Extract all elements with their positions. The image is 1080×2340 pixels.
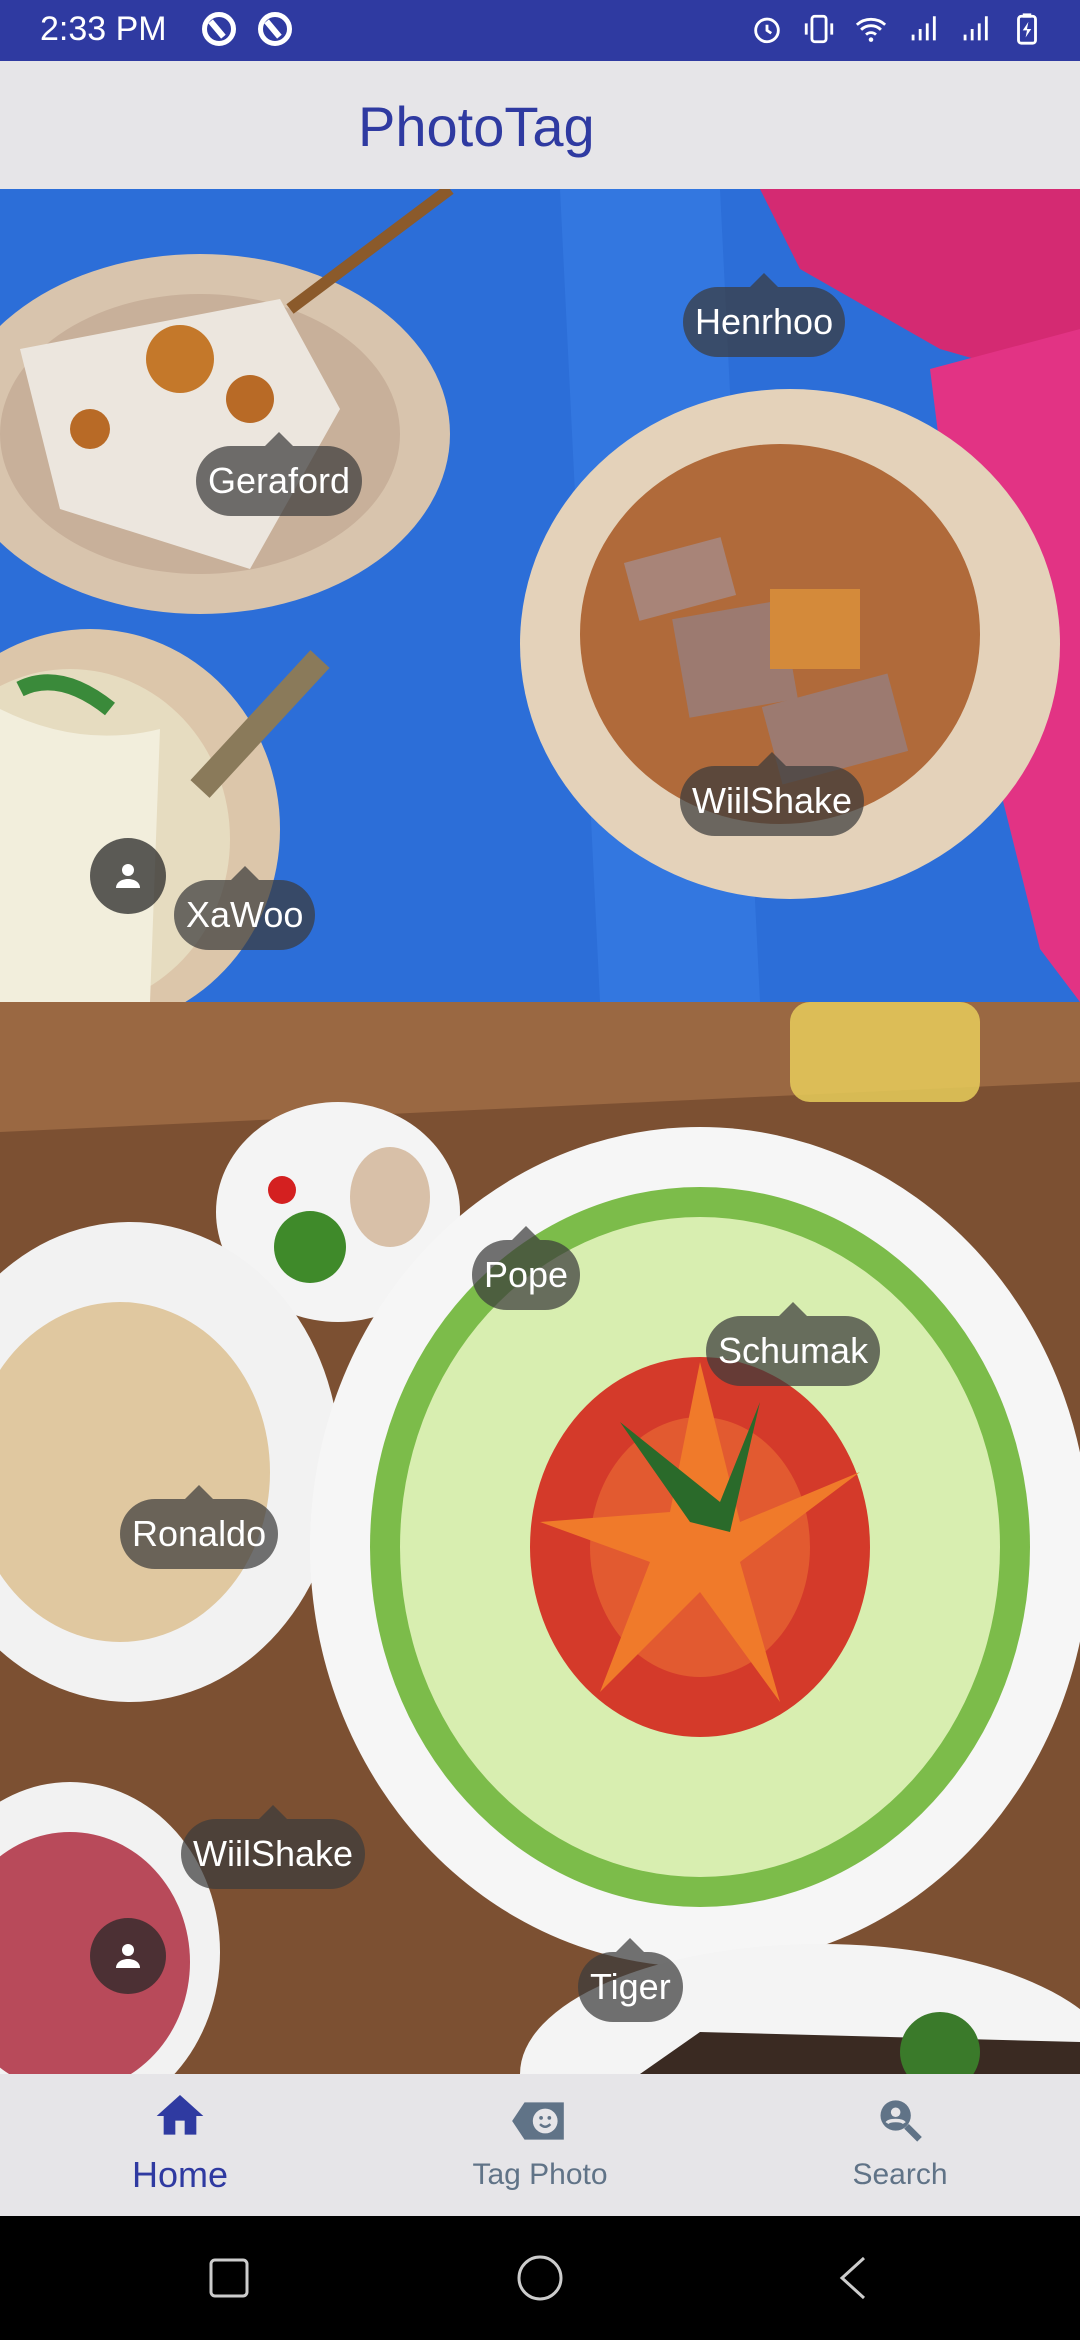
photo-tag[interactable]: Pope xyxy=(472,1226,581,1310)
status-bar: 2:33 PM xyxy=(0,0,1080,61)
alarm-icon xyxy=(754,17,780,44)
nav-label-search: Search xyxy=(852,2158,948,2191)
recents-button[interactable] xyxy=(209,2258,249,2298)
status-time: 2:33 PM xyxy=(40,10,167,48)
bottom-navigation: Home Tag Photo Search xyxy=(0,2074,1080,2216)
home-nav-button[interactable] xyxy=(516,2254,564,2302)
wifi-icon xyxy=(855,17,887,42)
nav-item-tag-photo[interactable]: Tag Photo xyxy=(360,2074,720,2216)
system-navigation-bar xyxy=(0,2216,1080,2340)
do-not-disturb-icon xyxy=(258,12,292,46)
person-icon xyxy=(116,1944,140,1968)
tagged-people-button[interactable] xyxy=(90,838,166,914)
photo-tag[interactable]: Geraford xyxy=(196,432,363,516)
photo-tag[interactable]: WiilShake xyxy=(680,752,865,836)
home-icon xyxy=(156,2095,204,2135)
photo-tag[interactable]: Tiger xyxy=(578,1938,683,2022)
vibrate-icon xyxy=(804,14,834,44)
person-icon xyxy=(116,864,140,888)
nav-item-search[interactable]: Search xyxy=(720,2074,1080,2216)
do-not-disturb-icon xyxy=(202,12,236,46)
photo-tag[interactable]: Schumak xyxy=(706,1302,881,1386)
photo-tag[interactable]: XaWoo xyxy=(174,866,316,950)
signal-icon xyxy=(911,16,936,41)
battery-icon xyxy=(1017,13,1037,45)
signal-icon xyxy=(963,16,988,41)
photo-tag[interactable]: Henrhoo xyxy=(683,273,846,357)
tagged-people-button[interactable] xyxy=(90,1918,166,1994)
nav-label-home: Home xyxy=(131,2154,229,2195)
photo-tag[interactable]: Ronaldo xyxy=(120,1485,279,1569)
tag-face-icon xyxy=(512,2102,564,2140)
photo-tag[interactable]: WiilShake xyxy=(181,1805,366,1889)
nav-label-tag-photo: Tag Photo xyxy=(472,2158,608,2191)
app-bar: PhotoTag xyxy=(0,61,1080,189)
back-button[interactable] xyxy=(838,2256,868,2300)
status-icons xyxy=(750,12,1044,46)
app-title: PhotoTag xyxy=(358,95,595,158)
nav-item-home[interactable]: Home xyxy=(0,2074,360,2216)
person-search-icon xyxy=(880,2100,922,2142)
